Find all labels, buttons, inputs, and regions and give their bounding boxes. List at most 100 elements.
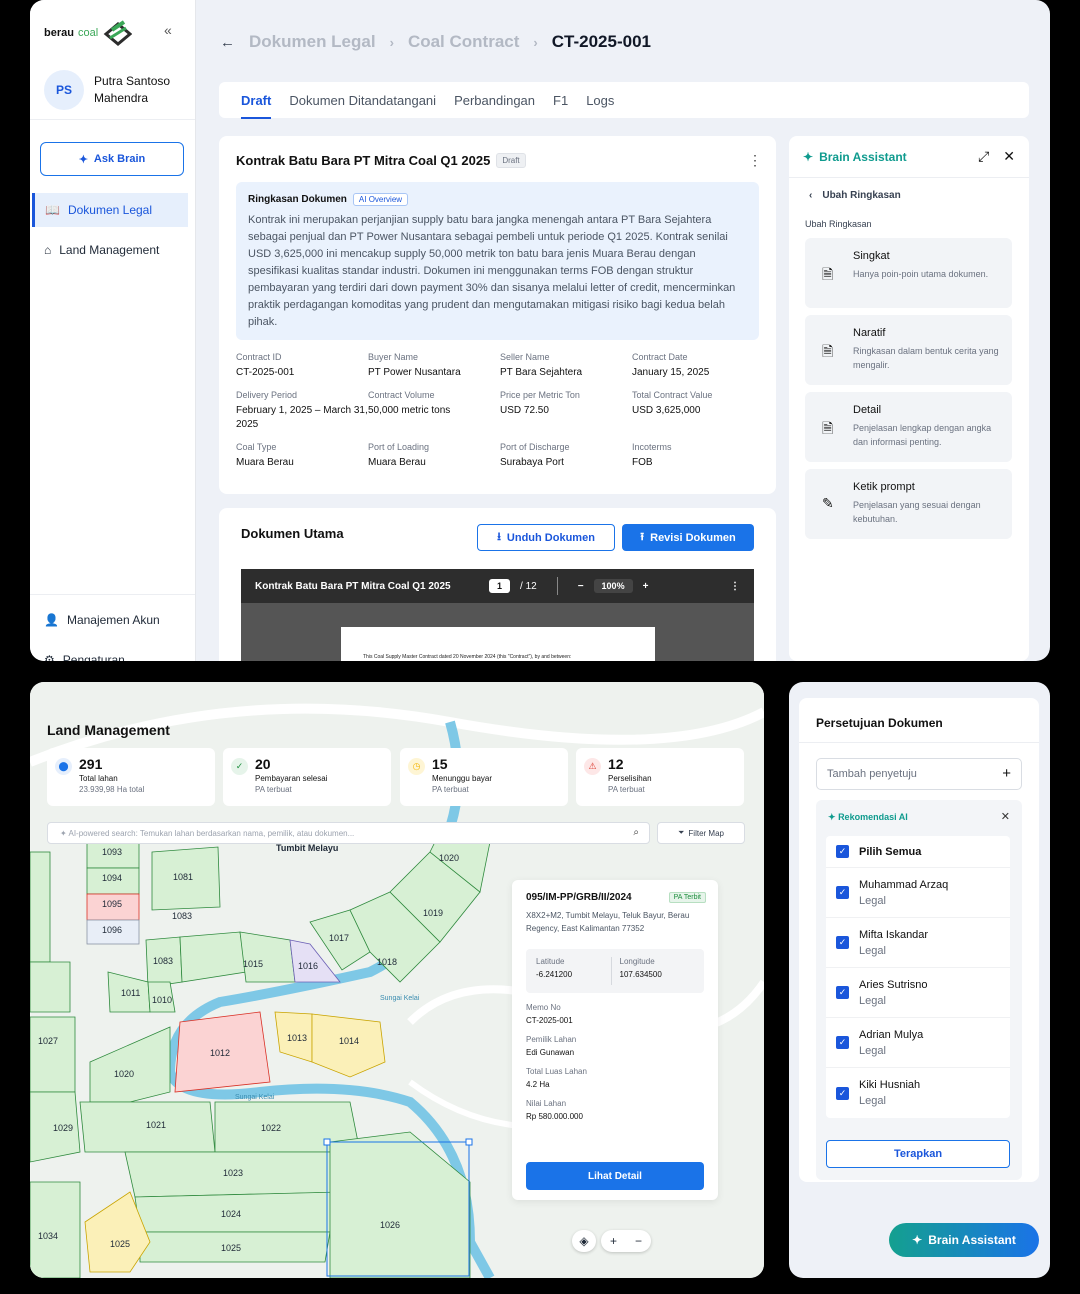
sidebar-item-manajemen-akun[interactable]: 👤 Manajemen Akun — [32, 603, 188, 637]
info-row: Memo No CT-2025-001 — [526, 1003, 573, 1025]
lot-label[interactable]: 1094 — [102, 873, 122, 883]
revise-document-button[interactable]: ⭱ Revisi Dokumen — [622, 524, 754, 551]
stat-card-dispute[interactable]: ⚠ 12 Perselisihan PA terbuat — [576, 748, 744, 806]
lot-label[interactable]: 1011 — [121, 988, 140, 998]
lot-label[interactable]: 1095 — [102, 899, 122, 909]
layers-icon[interactable]: ◈ — [572, 1230, 596, 1252]
lot-label[interactable]: 1025 — [221, 1243, 241, 1253]
pdf-more-icon[interactable]: ⋮ — [730, 581, 740, 592]
lot-label[interactable]: 1010 — [152, 995, 172, 1005]
sidebar-item-land-management[interactable]: ⌂ Land Management — [32, 233, 188, 267]
back-arrow-icon[interactable]: ← — [220, 34, 235, 51]
contract-card: Kontrak Batu Bara PT Mitra Coal Q1 2025 … — [219, 136, 776, 494]
map-search-input[interactable]: ✦ AI-powered search: Temukan lahan berda… — [47, 822, 650, 844]
view-detail-button[interactable]: Lihat Detail — [526, 1162, 704, 1190]
brand-mark-icon — [103, 20, 133, 46]
lot-label[interactable]: 1016 — [298, 961, 318, 971]
lot-label[interactable]: 1083 — [153, 956, 173, 966]
back-link[interactable]: ‹ Ubah Ringkasan — [809, 190, 901, 201]
chevron-right-icon: › — [389, 34, 394, 50]
stat-card-pending[interactable]: ◷ 15 Menunggu bayar PA terbuat — [400, 748, 568, 806]
field: Total Contract Value USD 3,625,000 — [632, 390, 713, 416]
tab-perbandingan[interactable]: Perbandingan — [454, 93, 535, 108]
lot-label[interactable]: 1018 — [377, 957, 397, 967]
lot-label[interactable]: 1012 — [210, 1048, 230, 1058]
contract-title: Kontrak Batu Bara PT Mitra Coal Q1 2025 — [236, 153, 491, 168]
info-row: Nilai Lahan Rp 580.000.000 — [526, 1099, 583, 1121]
lot-label[interactable]: 1093 — [102, 847, 122, 857]
checkbox-checked-icon[interactable]: ✓ — [836, 886, 849, 899]
lot-label[interactable]: 1024 — [221, 1209, 241, 1219]
checkbox-checked-icon[interactable]: ✓ — [836, 1036, 849, 1049]
pdf-viewer[interactable]: Kontrak Batu Bara PT Mitra Coal Q1 2025 … — [241, 569, 754, 661]
page-input[interactable]: 1 — [489, 579, 511, 593]
brain-assistant-button[interactable]: ✦ Brain Assistant — [889, 1223, 1039, 1257]
filter-map-button[interactable]: ⏷ Filter Map — [657, 822, 745, 844]
lot-label[interactable]: 1017 — [329, 933, 349, 943]
sidebar-item-pengaturan[interactable]: ⚙ Pengaturan — [32, 643, 188, 661]
more-options-icon[interactable]: ⋮ — [748, 152, 762, 169]
checkbox-checked-icon[interactable]: ✓ — [836, 1086, 849, 1100]
lot-label[interactable]: 1096 — [102, 925, 122, 935]
select-all-row[interactable]: ✓ Pilih Semua — [826, 836, 1010, 868]
list-item[interactable]: ✓ Aries Sutrisno Legal — [826, 968, 1010, 1018]
lot-label[interactable]: 1015 — [243, 959, 263, 969]
river-label: Sungai Kelai — [380, 995, 420, 1002]
legal-document-window: berau coal « PS Putra Santoso Mahendra ✦ A… — [30, 0, 1050, 661]
tab-draft[interactable]: Draft — [241, 93, 272, 119]
ask-brain-button[interactable]: ✦ Ask Brain — [40, 142, 184, 176]
tab-logs[interactable]: Logs — [586, 93, 614, 108]
sidebar-item-dokumen-legal[interactable]: 📖 Dokumen Legal — [32, 193, 188, 227]
search-icon[interactable]: ⌕ — [633, 827, 639, 838]
tab-f1[interactable]: F1 — [553, 93, 568, 108]
summary-option-singkat[interactable]: 🗎 Singkat Hanya poin-poin utama dokumen. — [805, 238, 1012, 308]
zoom-out-icon[interactable]: − — [635, 1234, 642, 1248]
lot-label[interactable]: 1081 — [173, 872, 193, 882]
tab-dokumen-ditandatangani[interactable]: Dokumen Ditandatangani — [289, 93, 436, 108]
summary-option-naratif[interactable]: 🗎 Naratif Ringkasan dalam bentuk cerita ya… — [805, 315, 1012, 385]
lot-label[interactable]: 1013 — [287, 1033, 307, 1043]
lot-label[interactable]: 1020 — [114, 1069, 134, 1079]
list-item[interactable]: ✓ Adrian Mulya Legal — [826, 1018, 1010, 1068]
checkbox-checked-icon[interactable]: ✓ — [836, 845, 849, 858]
page-title: Land Management — [47, 722, 170, 738]
lot-label[interactable]: 1021 — [146, 1120, 166, 1130]
add-approver-input[interactable]: Tambah penyetuju + — [816, 758, 1022, 790]
lot-label[interactable]: 1027 — [38, 1036, 58, 1046]
plus-icon[interactable]: + — [1002, 765, 1011, 782]
checkbox-checked-icon[interactable]: ✓ — [836, 986, 849, 999]
list-item[interactable]: ✓ Muhammad Arzaq Legal — [826, 868, 1010, 918]
lot-label[interactable]: 1025 — [110, 1239, 130, 1249]
zoom-in-icon[interactable]: + — [610, 1234, 617, 1248]
ai-overview-badge: AI Overview — [352, 193, 409, 206]
list-item[interactable]: ✓ Kiki Husniah Legal — [826, 1068, 1010, 1118]
close-icon[interactable]: ✕ — [1003, 148, 1015, 165]
lot-label[interactable]: 1019 — [423, 908, 443, 918]
breadcrumb-item[interactable]: Coal Contract — [408, 32, 519, 52]
lot-label[interactable]: 1034 — [38, 1231, 58, 1241]
lot-label[interactable]: 1023 — [223, 1168, 243, 1178]
lot-label[interactable]: 1022 — [261, 1123, 281, 1133]
close-icon[interactable]: ✕ — [1001, 810, 1010, 823]
lot-label[interactable]: 1014 — [339, 1036, 359, 1046]
stat-card-paid[interactable]: ✓ 20 Pembayaran selesai PA terbuat — [223, 748, 391, 806]
stat-card-total[interactable]: ⬤ 291 Total lahan 23.939,98 Ha total — [47, 748, 215, 806]
lot-label[interactable]: 1020 — [439, 853, 459, 863]
expand-icon[interactable]: ⤢ — [978, 148, 989, 165]
summary-option-ketik-prompt[interactable]: ✎ Ketik prompt Penjelasan yang sesuai deng… — [805, 469, 1012, 539]
breadcrumb-item[interactable]: Dokumen Legal — [249, 32, 376, 52]
user-gear-icon: 👤 — [44, 613, 59, 627]
zoom-out-icon[interactable]: − — [578, 581, 584, 592]
download-document-button[interactable]: ⭳ Unduh Dokumen — [477, 524, 615, 551]
apply-button[interactable]: Terapkan — [826, 1140, 1010, 1168]
lot-label[interactable]: 1029 — [53, 1123, 73, 1133]
list-item[interactable]: ✓ Mifta Iskandar Legal — [826, 918, 1010, 968]
lot-label[interactable]: 1083 — [172, 911, 192, 921]
page-count: / 12 — [520, 580, 537, 592]
user-profile[interactable]: PS Putra Santoso Mahendra — [44, 70, 170, 110]
summary-option-detail[interactable]: 🗎 Detail Penjelasan lengkap dengan angka d… — [805, 392, 1012, 462]
lot-label[interactable]: 1026 — [380, 1220, 400, 1230]
zoom-in-icon[interactable]: + — [643, 581, 649, 592]
collapse-sidebar-icon[interactable]: « — [164, 22, 172, 38]
checkbox-checked-icon[interactable]: ✓ — [836, 936, 849, 949]
